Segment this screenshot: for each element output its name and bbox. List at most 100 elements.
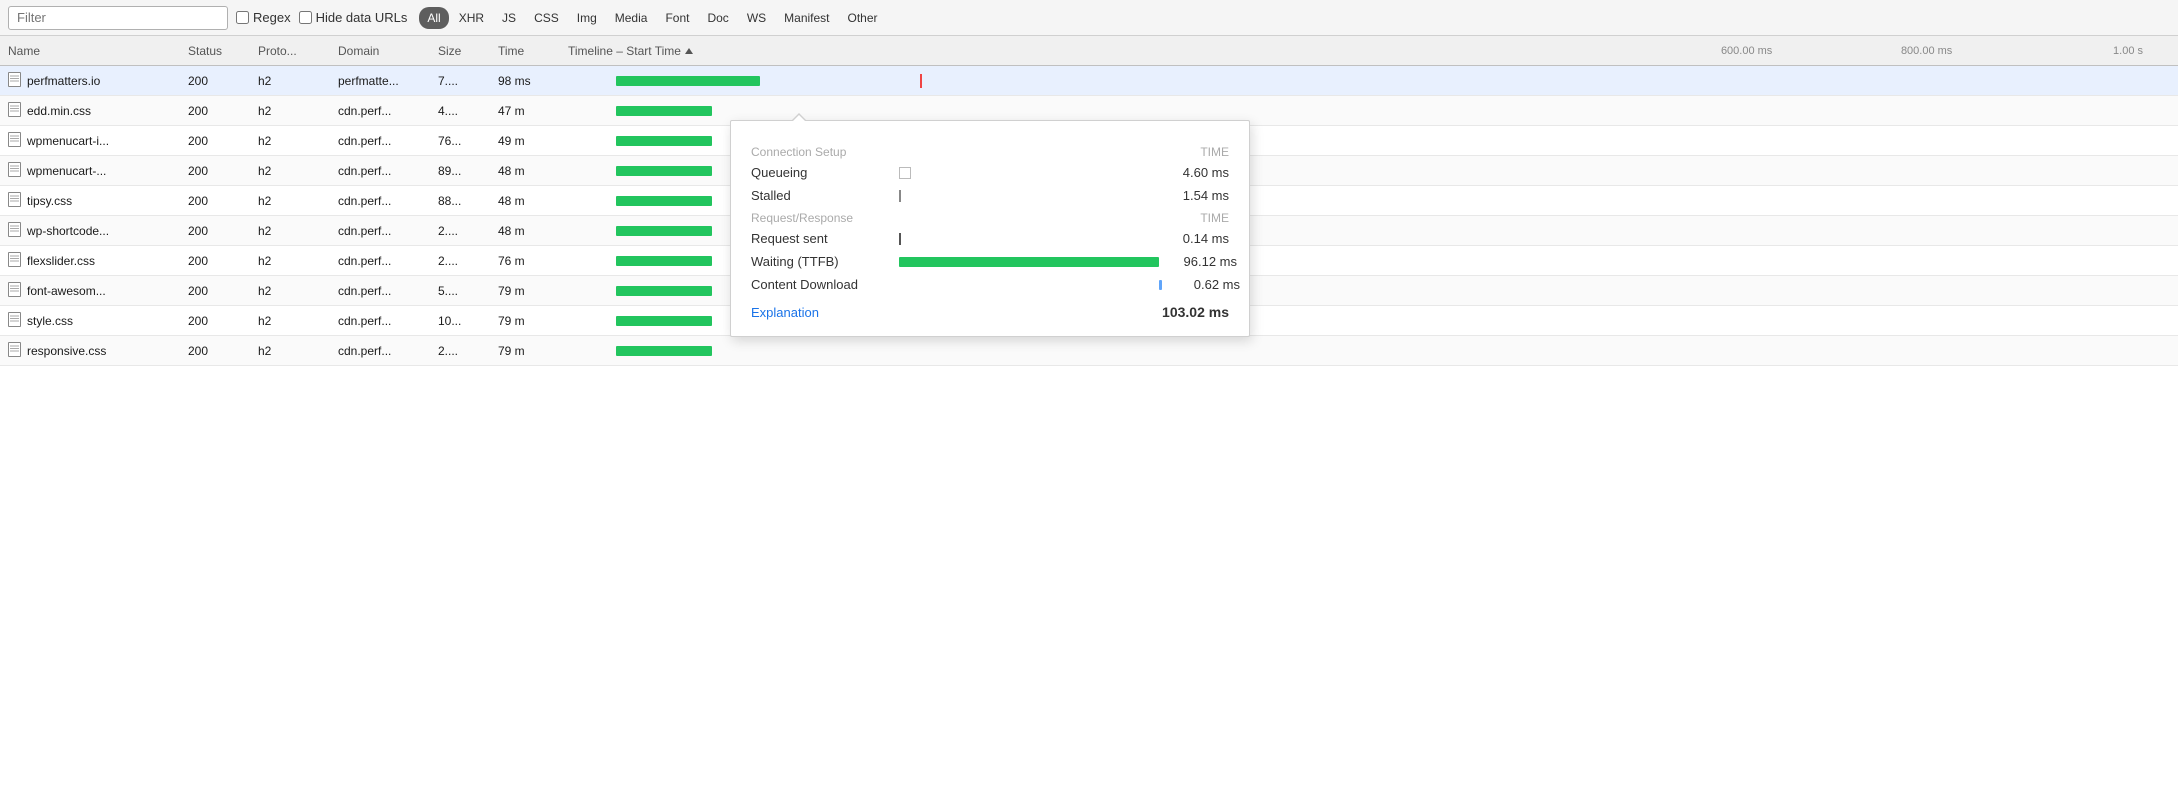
row-name-9: responsive.css — [27, 344, 106, 358]
tooltip-explanation-link[interactable]: Explanation — [751, 305, 819, 320]
timeline-bar-6 — [616, 256, 712, 266]
cell-proto-2: h2 — [250, 134, 330, 148]
file-icon-8 — [8, 312, 21, 330]
hide-data-urls-checkbox[interactable] — [299, 11, 312, 24]
col-header-size[interactable]: Size — [430, 44, 490, 58]
cell-name-6: flexslider.css — [0, 252, 180, 270]
cell-size-5: 2.... — [430, 224, 490, 238]
tooltip-connection-setup-time-header: TIME — [1200, 145, 1229, 159]
row-name-1: edd.min.css — [27, 104, 91, 118]
col-header-proto[interactable]: Proto... — [250, 44, 330, 58]
tooltip-row-stalled: Stalled 1.54 ms — [751, 188, 1229, 203]
cell-status-9: 200 — [180, 344, 250, 358]
tooltip-connection-setup-header: Connection Setup TIME — [751, 145, 1229, 159]
filter-btn-manifest[interactable]: Manifest — [776, 7, 837, 29]
timeline-bar-area-0 — [568, 74, 2170, 88]
cell-size-6: 2.... — [430, 254, 490, 268]
filter-btn-xhr[interactable]: XHR — [451, 7, 492, 29]
cell-time-7: 79 m — [490, 284, 560, 298]
tooltip-row-queueing: Queueing 4.60 ms — [751, 165, 1229, 180]
tooltip-request-response-header: Request/Response TIME — [751, 211, 1229, 225]
cell-time-8: 79 m — [490, 314, 560, 328]
tooltip-content-download-label: Content Download — [751, 277, 891, 292]
file-icon-3 — [8, 162, 21, 180]
filter-btn-ws[interactable]: WS — [739, 7, 774, 29]
filter-btn-all[interactable]: All — [419, 7, 448, 29]
cell-proto-3: h2 — [250, 164, 330, 178]
network-table: Name Status Proto... Domain Size Time Ti… — [0, 36, 2178, 799]
filter-btn-js[interactable]: JS — [494, 7, 524, 29]
regex-label: Regex — [253, 10, 291, 25]
tooltip-queueing-value: 4.60 ms — [1159, 165, 1229, 180]
filter-buttons: All XHR JS CSS Img Media Font Doc WS Man… — [419, 7, 885, 29]
cell-size-9: 2.... — [430, 344, 490, 358]
col-header-domain[interactable]: Domain — [330, 44, 430, 58]
tooltip-waiting-value: 96.12 ms — [1167, 254, 1237, 269]
cell-time-9: 79 m — [490, 344, 560, 358]
col-header-timeline[interactable]: Timeline – Start Time 600.00 ms 800.00 m… — [560, 36, 2178, 66]
cell-size-2: 76... — [430, 134, 490, 148]
col-header-time[interactable]: Time — [490, 44, 560, 58]
tooltip-content-download-bar-area — [899, 279, 1162, 291]
cell-domain-2: cdn.perf... — [330, 134, 430, 148]
cell-proto-8: h2 — [250, 314, 330, 328]
cell-domain-7: cdn.perf... — [330, 284, 430, 298]
cell-status-0: 200 — [180, 74, 250, 88]
tooltip-request-sent-value: 0.14 ms — [1159, 231, 1229, 246]
tooltip-arrow — [791, 113, 807, 121]
cell-status-4: 200 — [180, 194, 250, 208]
table-row[interactable]: perfmatters.io 200 h2 perfmatte... 7....… — [0, 66, 2178, 96]
tooltip-request-response-label: Request/Response — [751, 211, 853, 225]
cell-time-3: 48 m — [490, 164, 560, 178]
tooltip-waiting-label: Waiting (TTFB) — [751, 254, 891, 269]
cell-timeline-9 — [560, 336, 2178, 366]
filter-btn-media[interactable]: Media — [607, 7, 656, 29]
cell-name-0: perfmatters.io — [0, 72, 180, 90]
table-header-row: Name Status Proto... Domain Size Time Ti… — [0, 36, 2178, 66]
tooltip-stalled-value: 1.54 ms — [1159, 188, 1229, 203]
cell-size-0: 7.... — [430, 74, 490, 88]
cell-name-3: wpmenucart-... — [0, 162, 180, 180]
cell-size-3: 89... — [430, 164, 490, 178]
tooltip-connection-setup-label: Connection Setup — [751, 145, 846, 159]
file-icon-6 — [8, 252, 21, 270]
timeline-bar-9 — [616, 346, 712, 356]
hide-data-urls-label: Hide data URLs — [316, 10, 408, 25]
tooltip-waiting-bar-area — [899, 256, 1159, 268]
tooltip-row-waiting: Waiting (TTFB) 96.12 ms — [751, 254, 1229, 269]
cell-proto-4: h2 — [250, 194, 330, 208]
tooltip-content-download-value: 0.62 ms — [1170, 277, 1240, 292]
timeline-bar-0 — [616, 76, 760, 86]
filter-btn-other[interactable]: Other — [840, 7, 886, 29]
filter-input[interactable] — [8, 6, 228, 30]
timeline-bar-2 — [616, 136, 712, 146]
timeline-bar-8 — [616, 316, 712, 326]
filter-btn-img[interactable]: Img — [569, 7, 605, 29]
tooltip-request-sent-bar-area — [899, 233, 1151, 245]
row-name-6: flexslider.css — [27, 254, 95, 268]
cell-time-1: 47 m — [490, 104, 560, 118]
cell-name-5: wp-shortcode... — [0, 222, 180, 240]
cell-proto-6: h2 — [250, 254, 330, 268]
cell-proto-9: h2 — [250, 344, 330, 358]
cell-proto-7: h2 — [250, 284, 330, 298]
regex-checkbox[interactable] — [236, 11, 249, 24]
filter-btn-css[interactable]: CSS — [526, 7, 567, 29]
cell-status-5: 200 — [180, 224, 250, 238]
tooltip-queueing-label: Queueing — [751, 165, 891, 180]
cell-domain-9: cdn.perf... — [330, 344, 430, 358]
timeline-bar-5 — [616, 226, 712, 236]
file-icon-5 — [8, 222, 21, 240]
cell-time-4: 48 m — [490, 194, 560, 208]
tooltip-row-request-sent: Request sent 0.14 ms — [751, 231, 1229, 246]
table-row[interactable]: responsive.css 200 h2 cdn.perf... 2.... … — [0, 336, 2178, 366]
file-icon-0 — [8, 72, 21, 90]
cell-domain-5: cdn.perf... — [330, 224, 430, 238]
tooltip-waiting-bar — [899, 257, 1159, 267]
filter-btn-doc[interactable]: Doc — [699, 7, 736, 29]
cell-time-6: 76 m — [490, 254, 560, 268]
filter-btn-font[interactable]: Font — [657, 7, 697, 29]
col-header-name[interactable]: Name — [0, 44, 180, 58]
cell-timeline-0 — [560, 66, 2178, 96]
col-header-status[interactable]: Status — [180, 44, 250, 58]
